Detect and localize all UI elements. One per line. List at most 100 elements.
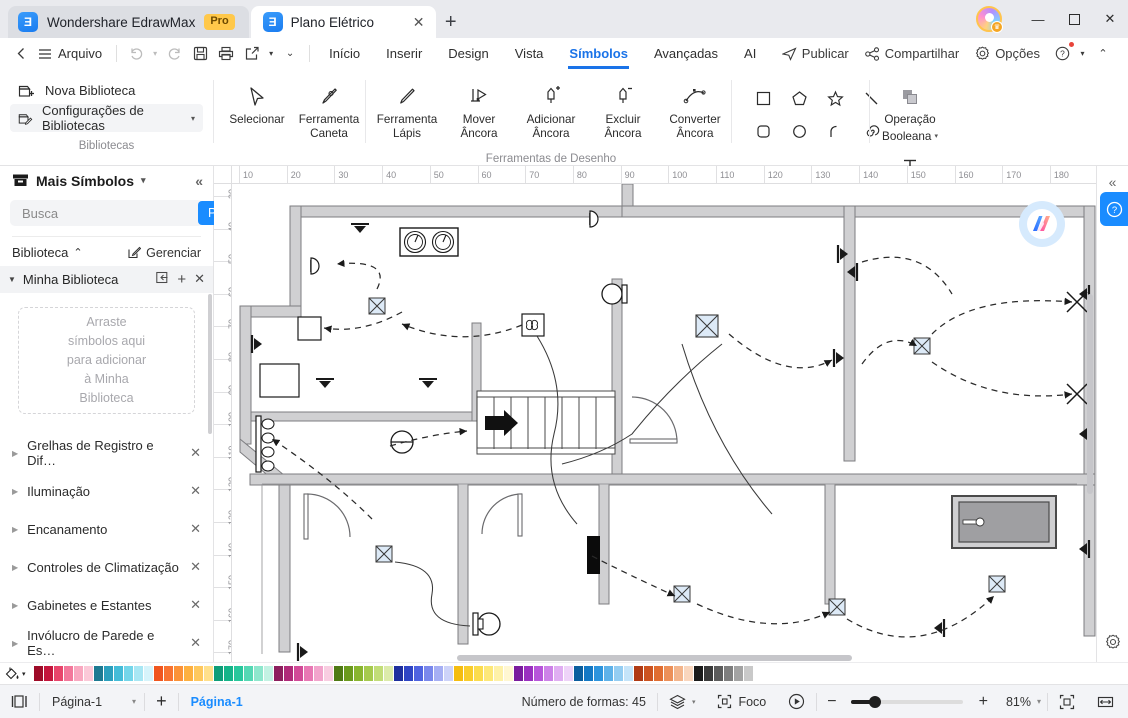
present-button[interactable] bbox=[777, 685, 816, 718]
palette-swatch[interactable] bbox=[684, 666, 693, 681]
palette-swatch[interactable] bbox=[484, 666, 493, 681]
palette-swatch[interactable] bbox=[434, 666, 443, 681]
pen-tool-button[interactable]: Ferramenta Caneta bbox=[293, 74, 365, 140]
palette-swatch[interactable] bbox=[424, 666, 433, 681]
palette-swatch[interactable] bbox=[664, 666, 673, 681]
palette-swatch[interactable] bbox=[114, 666, 123, 681]
ai-assistant-button[interactable] bbox=[1019, 201, 1065, 247]
palette-swatch[interactable] bbox=[474, 666, 483, 681]
new-library-button[interactable]: Nova Biblioteca bbox=[10, 76, 203, 104]
palette-swatch[interactable] bbox=[344, 666, 353, 681]
palette-swatch[interactable] bbox=[194, 666, 203, 681]
shape-rounded-square-button[interactable] bbox=[745, 115, 781, 148]
palette-swatch[interactable] bbox=[84, 666, 93, 681]
category-row[interactable]: ▶ Grelhas de Registro e Dif… ✕ bbox=[0, 434, 213, 472]
palette-swatch[interactable] bbox=[234, 666, 243, 681]
canvas-horizontal-scrollbar[interactable] bbox=[457, 655, 852, 661]
move-anchor-button[interactable]: Mover Âncora bbox=[443, 74, 515, 140]
palette-swatch[interactable] bbox=[624, 666, 633, 681]
drawing-canvas[interactable] bbox=[232, 184, 1096, 662]
add-symbol-icon[interactable]: + bbox=[177, 271, 186, 288]
palette-swatch[interactable] bbox=[734, 666, 743, 681]
tab-ai[interactable]: AI bbox=[731, 39, 769, 69]
layers-button[interactable]: ▾ bbox=[658, 685, 707, 718]
undo-icon[interactable] bbox=[123, 41, 149, 67]
palette-swatch[interactable] bbox=[94, 666, 103, 681]
fit-width-button[interactable] bbox=[1086, 685, 1128, 718]
palette-swatch[interactable] bbox=[444, 666, 453, 681]
palette-swatch[interactable] bbox=[324, 666, 333, 681]
palette-swatch[interactable] bbox=[574, 666, 583, 681]
palette-swatch[interactable] bbox=[184, 666, 193, 681]
palette-swatch[interactable] bbox=[704, 666, 713, 681]
tab-design[interactable]: Design bbox=[435, 39, 501, 69]
category-row[interactable]: ▶ Controles de Climatização ✕ bbox=[0, 548, 213, 586]
palette-swatch[interactable] bbox=[714, 666, 723, 681]
category-row[interactable]: ▶ Invólucro de Parede e Es… ✕ bbox=[0, 624, 213, 662]
triangle-right-icon[interactable]: ▶ bbox=[12, 449, 18, 458]
triangle-right-icon[interactable]: ▶ bbox=[12, 563, 18, 572]
zoom-level[interactable]: 81% ▾ bbox=[996, 685, 1047, 718]
palette-swatch[interactable] bbox=[494, 666, 503, 681]
palette-swatch[interactable] bbox=[554, 666, 563, 681]
page-tab-pagina-1[interactable]: Página-1 bbox=[179, 695, 255, 709]
zoom-slider[interactable] bbox=[850, 695, 963, 708]
palette-swatch[interactable] bbox=[674, 666, 683, 681]
back-icon[interactable] bbox=[8, 41, 34, 67]
import-icon[interactable] bbox=[156, 271, 169, 287]
minimize-button[interactable]: — bbox=[1020, 0, 1056, 38]
palette-swatch[interactable] bbox=[504, 666, 513, 681]
close-icon[interactable]: ✕ bbox=[190, 445, 201, 461]
palette-swatches[interactable] bbox=[34, 666, 753, 681]
publish-button[interactable]: Publicar bbox=[775, 41, 856, 67]
fill-color-button[interactable]: ▾ bbox=[4, 666, 34, 681]
manage-button[interactable]: Gerenciar bbox=[128, 246, 201, 260]
tab-inicio[interactable]: Início bbox=[316, 39, 373, 69]
shape-arc-button[interactable] bbox=[817, 115, 853, 148]
zoom-out-button[interactable]: − bbox=[817, 685, 842, 718]
help-dropdown-icon[interactable]: ▾ bbox=[1077, 41, 1088, 67]
panel-scrollbar[interactable] bbox=[208, 294, 212, 434]
palette-swatch[interactable] bbox=[534, 666, 543, 681]
palette-swatch[interactable] bbox=[164, 666, 173, 681]
palette-swatch[interactable] bbox=[614, 666, 623, 681]
shape-square-button[interactable] bbox=[745, 82, 781, 115]
shape-circle-button[interactable] bbox=[781, 115, 817, 148]
palette-swatch[interactable] bbox=[44, 666, 53, 681]
my-library-row[interactable]: ▼ Minha Biblioteca + ✕ bbox=[0, 266, 213, 293]
pencil-tool-button[interactable]: Ferramenta Lápis bbox=[371, 74, 443, 140]
share-button[interactable]: Compartilhar bbox=[858, 41, 966, 67]
chevron-down-icon[interactable]: ▾ bbox=[141, 175, 146, 186]
palette-swatch[interactable] bbox=[364, 666, 373, 681]
canvas-vertical-scrollbar[interactable] bbox=[1087, 294, 1093, 494]
close-icon[interactable]: ✕ bbox=[190, 483, 201, 499]
tab-vista[interactable]: Vista bbox=[502, 39, 557, 69]
layers-dropdown-icon[interactable]: ▾ bbox=[692, 698, 696, 706]
triangle-right-icon[interactable]: ▶ bbox=[12, 525, 18, 534]
triangle-right-icon[interactable]: ▶ bbox=[12, 601, 18, 610]
palette-swatch[interactable] bbox=[74, 666, 83, 681]
avatar[interactable]: ♛ bbox=[976, 6, 1003, 33]
palette-swatch[interactable] bbox=[134, 666, 143, 681]
collapse-panel-icon[interactable]: « bbox=[195, 173, 203, 189]
boolean-dropdown-icon[interactable]: ▾ bbox=[934, 130, 938, 144]
palette-swatch[interactable] bbox=[274, 666, 283, 681]
canvas-settings-icon[interactable] bbox=[1105, 634, 1121, 654]
palette-swatch[interactable] bbox=[34, 666, 43, 681]
export-icon[interactable] bbox=[239, 41, 265, 67]
triangle-right-icon[interactable]: ▶ bbox=[12, 487, 18, 496]
palette-swatch[interactable] bbox=[104, 666, 113, 681]
zoom-slider-knob[interactable] bbox=[868, 695, 881, 708]
palette-swatch[interactable] bbox=[174, 666, 183, 681]
tab-simbolos[interactable]: Símbolos bbox=[556, 39, 641, 69]
palette-swatch[interactable] bbox=[264, 666, 273, 681]
palette-swatch[interactable] bbox=[644, 666, 653, 681]
collapse-ribbon-icon[interactable]: ⌃ bbox=[1090, 41, 1116, 67]
palette-swatch[interactable] bbox=[724, 666, 733, 681]
print-icon[interactable] bbox=[213, 41, 239, 67]
shape-pentagon-button[interactable] bbox=[781, 82, 817, 115]
more-commands-icon[interactable]: ⌄ bbox=[277, 41, 303, 67]
symbols-panel-header[interactable]: Mais Símbolos ▾ « bbox=[0, 166, 213, 196]
category-row[interactable]: ▶ Gabinetes e Estantes ✕ bbox=[0, 586, 213, 624]
palette-swatch[interactable] bbox=[394, 666, 403, 681]
